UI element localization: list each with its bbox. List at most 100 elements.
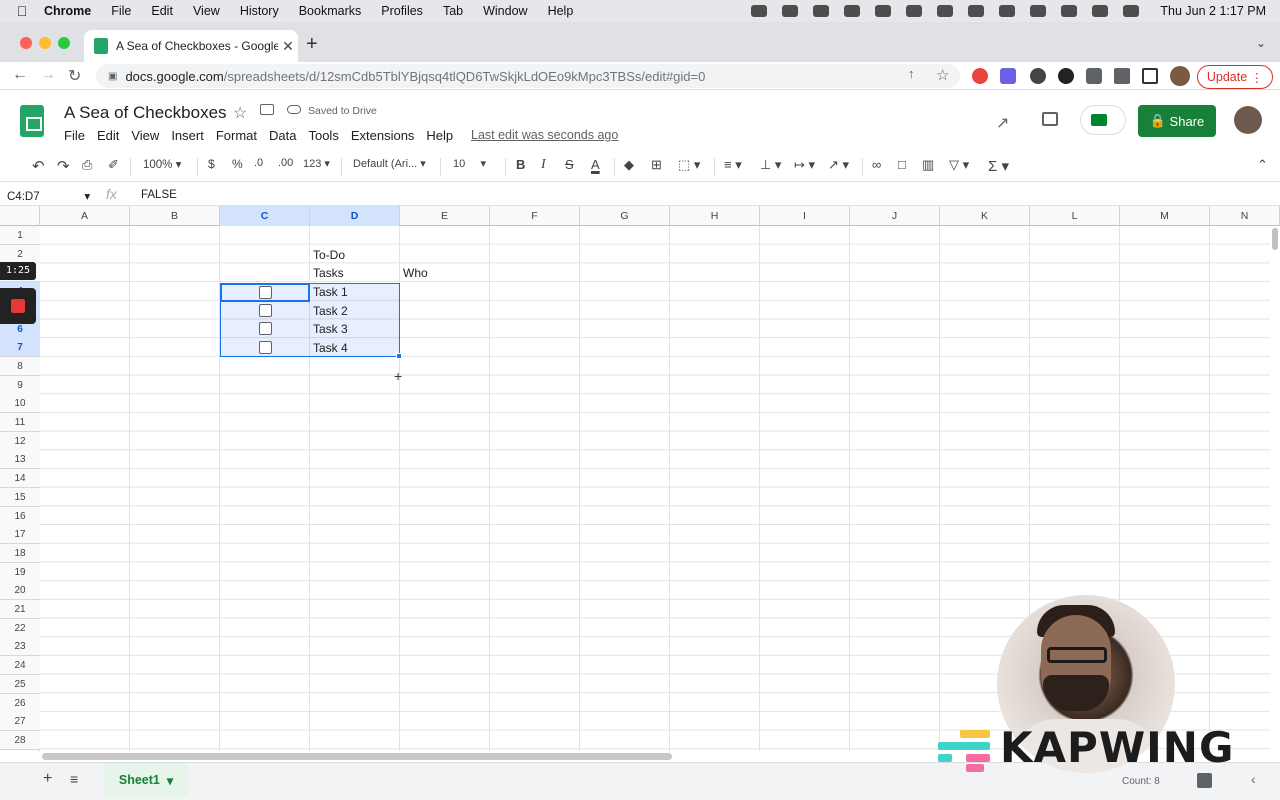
- percent-format-button[interactable]: %: [232, 157, 243, 171]
- column-header-E[interactable]: E: [400, 206, 490, 226]
- forward-arrow-icon[interactable]: →: [40, 66, 56, 84]
- cell-D2[interactable]: To-Do: [310, 246, 345, 264]
- select-all-corner[interactable]: [0, 206, 40, 226]
- column-header-K[interactable]: K: [940, 206, 1030, 226]
- docs-menu-insert[interactable]: Insert: [171, 128, 204, 143]
- maximize-window-button[interactable]: [58, 37, 70, 49]
- bold-icon[interactable]: B: [516, 157, 525, 172]
- strikethrough-icon[interactable]: S: [565, 157, 574, 172]
- functions-icon[interactable]: Σ ▾: [988, 157, 1009, 175]
- add-sheet-button[interactable]: +: [43, 770, 52, 788]
- increase-decimal-button[interactable]: .00: [278, 157, 293, 169]
- gear-icon[interactable]: [844, 5, 861, 17]
- insert-comment-icon[interactable]: □: [898, 157, 906, 172]
- row-header-24[interactable]: 24: [0, 656, 40, 676]
- fill-handle[interactable]: [396, 353, 402, 359]
- column-header-B[interactable]: B: [130, 206, 220, 226]
- zoom-select[interactable]: 100% ▾: [143, 157, 181, 171]
- bookmark-star-icon[interactable]: ☆: [936, 66, 949, 84]
- column-header-D[interactable]: D: [310, 206, 400, 226]
- row-header-19[interactable]: 19: [0, 562, 40, 582]
- paint-format-icon[interactable]: ✐: [108, 157, 119, 173]
- close-tab-icon[interactable]: ✕: [278, 38, 298, 55]
- comment-icon[interactable]: [1042, 112, 1058, 126]
- row-header-17[interactable]: 17: [0, 525, 40, 545]
- close-window-button[interactable]: [20, 37, 32, 49]
- vertical-scrollbar[interactable]: [1272, 228, 1278, 250]
- row-header-28[interactable]: 28: [0, 730, 40, 750]
- vertical-align-icon[interactable]: ⊥ ▾: [760, 157, 781, 173]
- new-tab-button[interactable]: +: [306, 33, 318, 56]
- row-header-14[interactable]: 14: [0, 469, 40, 489]
- print-icon[interactable]: ⎙: [82, 157, 92, 173]
- row-header-16[interactable]: 16: [0, 506, 40, 526]
- text-rotation-icon[interactable]: ↗ ▾: [828, 157, 849, 173]
- column-header-F[interactable]: F: [490, 206, 580, 226]
- column-header-J[interactable]: J: [850, 206, 940, 226]
- stop-recording-button[interactable]: [0, 288, 36, 324]
- column-header-H[interactable]: H: [670, 206, 760, 226]
- row-header-27[interactable]: 27: [0, 712, 40, 732]
- docs-menu-format[interactable]: Format: [216, 128, 257, 143]
- column-header-M[interactable]: M: [1120, 206, 1210, 226]
- horizontal-align-icon[interactable]: ≡ ▾: [724, 157, 742, 173]
- cell-D7[interactable]: Task 4: [310, 339, 348, 357]
- collapse-side-panel-icon[interactable]: ‹: [1251, 771, 1256, 787]
- moon-icon[interactable]: [968, 5, 985, 17]
- activity-trend-icon[interactable]: ↗: [996, 113, 1009, 133]
- siri-icon[interactable]: [1123, 5, 1140, 17]
- address-bar[interactable]: ▣ docs.google.com/spreadsheets/d/12smCdb…: [96, 64, 960, 88]
- text-color-icon[interactable]: A: [591, 157, 600, 172]
- cell-E3[interactable]: Who: [400, 264, 428, 282]
- menu-view[interactable]: View: [193, 4, 220, 18]
- insert-link-icon[interactable]: ∞: [872, 157, 881, 172]
- docs-menu-file[interactable]: File: [64, 128, 85, 143]
- share-button[interactable]: 🔒 Share: [1138, 105, 1216, 137]
- decrease-decimal-button[interactable]: .0: [254, 157, 263, 169]
- menu-bookmarks[interactable]: Bookmarks: [299, 4, 362, 18]
- extension-icon-1[interactable]: [972, 68, 988, 84]
- menu-edit[interactable]: Edit: [151, 4, 173, 18]
- column-header-N[interactable]: N: [1210, 206, 1280, 226]
- name-box[interactable]: C4:D7 ▾: [7, 189, 90, 203]
- menu-tab[interactable]: Tab: [443, 4, 463, 18]
- column-header-G[interactable]: G: [580, 206, 670, 226]
- checkbox-C7[interactable]: [259, 341, 272, 354]
- menu-history[interactable]: History: [240, 4, 279, 18]
- menu-profiles[interactable]: Profiles: [381, 4, 423, 18]
- font-size-select[interactable]: 10 ▾: [453, 157, 486, 170]
- row-header-20[interactable]: 20: [0, 581, 40, 601]
- horizontal-scrollbar[interactable]: [42, 753, 672, 760]
- insert-chart-icon[interactable]: ▥: [922, 157, 934, 173]
- sheet-tab-sheet1[interactable]: Sheet1 ▾: [104, 763, 188, 797]
- selection-count[interactable]: Count: 8: [1122, 776, 1160, 787]
- collapse-toolbar-icon[interactable]: ⌃: [1257, 157, 1268, 173]
- battery-icon[interactable]: [999, 5, 1016, 17]
- menu-window[interactable]: Window: [483, 4, 527, 18]
- status-icon-3[interactable]: [813, 5, 830, 17]
- italic-icon[interactable]: I: [541, 157, 546, 173]
- docs-menu-extensions[interactable]: Extensions: [351, 128, 415, 143]
- menu-help[interactable]: Help: [548, 4, 574, 18]
- borders-icon[interactable]: ⊞: [651, 157, 662, 173]
- menu-file[interactable]: File: [111, 4, 131, 18]
- move-folder-icon[interactable]: [260, 104, 274, 115]
- puzzle-extensions-icon[interactable]: [1086, 68, 1102, 84]
- row-header-22[interactable]: 22: [0, 618, 40, 638]
- cell-D4[interactable]: Task 1: [310, 283, 348, 301]
- lock-icon[interactable]: ▣: [108, 71, 117, 82]
- cloud-saved-icon[interactable]: [287, 105, 301, 114]
- text-wrapping-icon[interactable]: ↦ ▾: [794, 157, 815, 173]
- search-icon[interactable]: [1061, 5, 1078, 17]
- column-header-C[interactable]: C: [220, 206, 310, 226]
- star-icon[interactable]: ☆: [233, 103, 247, 123]
- filter-icon[interactable]: ▽ ▾: [949, 157, 969, 173]
- status-icon-1[interactable]: [751, 5, 768, 17]
- wifi-icon[interactable]: [1030, 5, 1047, 17]
- row-header-18[interactable]: 18: [0, 543, 40, 563]
- bluetooth-icon[interactable]: [937, 5, 954, 17]
- row-header-23[interactable]: 23: [0, 637, 40, 657]
- row-header-21[interactable]: 21: [0, 600, 40, 619]
- extension-icon-2[interactable]: [1000, 68, 1016, 84]
- formula-input[interactable]: FALSE: [141, 189, 177, 201]
